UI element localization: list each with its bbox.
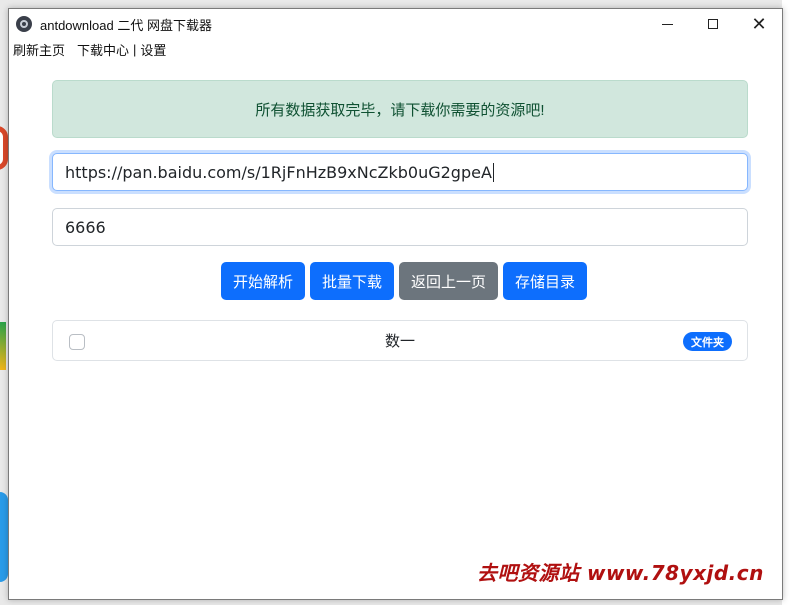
share-url-value: https://pan.baidu.com/s/1RjFnHzB9xNcZkb0… bbox=[65, 162, 492, 182]
maximize-button[interactable] bbox=[690, 9, 736, 39]
minimize-icon bbox=[661, 23, 673, 25]
menu-settings[interactable]: 设置 bbox=[140, 40, 166, 59]
maximize-icon bbox=[708, 19, 718, 29]
storage-dir-button[interactable]: 存储目录 bbox=[503, 262, 588, 300]
file-name: 数一 bbox=[384, 332, 415, 350]
close-icon: ✕ bbox=[751, 14, 767, 34]
window-controls: ✕ bbox=[644, 9, 782, 39]
menu-separator: | bbox=[133, 41, 137, 57]
minimize-button[interactable] bbox=[644, 9, 690, 39]
menu-bar: 刷新主页 下载中心 | 设置 bbox=[9, 39, 782, 59]
parse-button[interactable]: 开始解析 bbox=[220, 262, 305, 300]
extract-code-value: 6666 bbox=[65, 217, 106, 237]
menu-refresh-home[interactable]: 刷新主页 bbox=[13, 40, 65, 59]
action-buttons: 开始解析 批量下载 返回上一页 存储目录 bbox=[9, 262, 782, 300]
folder-badge: 文件夹 bbox=[683, 332, 732, 351]
success-alert: 所有数据获取完毕，请下载你需要的资源吧! bbox=[52, 80, 748, 138]
alert-text: 所有数据获取完毕，请下载你需要的资源吧! bbox=[255, 101, 545, 119]
text-caret bbox=[492, 162, 494, 182]
background-app-icon bbox=[0, 492, 8, 582]
app-window: antdownload 二代 网盘下载器 ✕ 刷新主页 下载中心 | 设置 所有… bbox=[8, 8, 783, 600]
back-button[interactable]: 返回上一页 bbox=[399, 262, 499, 300]
menu-download-center[interactable]: 下载中心 bbox=[77, 40, 129, 59]
window-title: antdownload 二代 网盘下载器 bbox=[40, 17, 212, 33]
file-list: 数一 文件夹 bbox=[52, 320, 748, 361]
title-bar[interactable]: antdownload 二代 网盘下载器 ✕ bbox=[9, 9, 782, 39]
share-url-input[interactable]: https://pan.baidu.com/s/1RjFnHzB9xNcZkb0… bbox=[52, 153, 748, 191]
app-logo-icon bbox=[16, 16, 32, 32]
background-app-icon bbox=[0, 126, 8, 170]
site-watermark: 去吧资源站 www.78yxjd.cn bbox=[477, 561, 764, 585]
batch-download-button[interactable]: 批量下载 bbox=[309, 262, 394, 300]
background-app-icon bbox=[0, 322, 6, 370]
extract-code-input[interactable]: 6666 bbox=[52, 208, 748, 246]
background-window-edge bbox=[782, 0, 800, 605]
close-button[interactable]: ✕ bbox=[736, 9, 782, 39]
list-item[interactable]: 数一 文件夹 bbox=[53, 321, 747, 360]
